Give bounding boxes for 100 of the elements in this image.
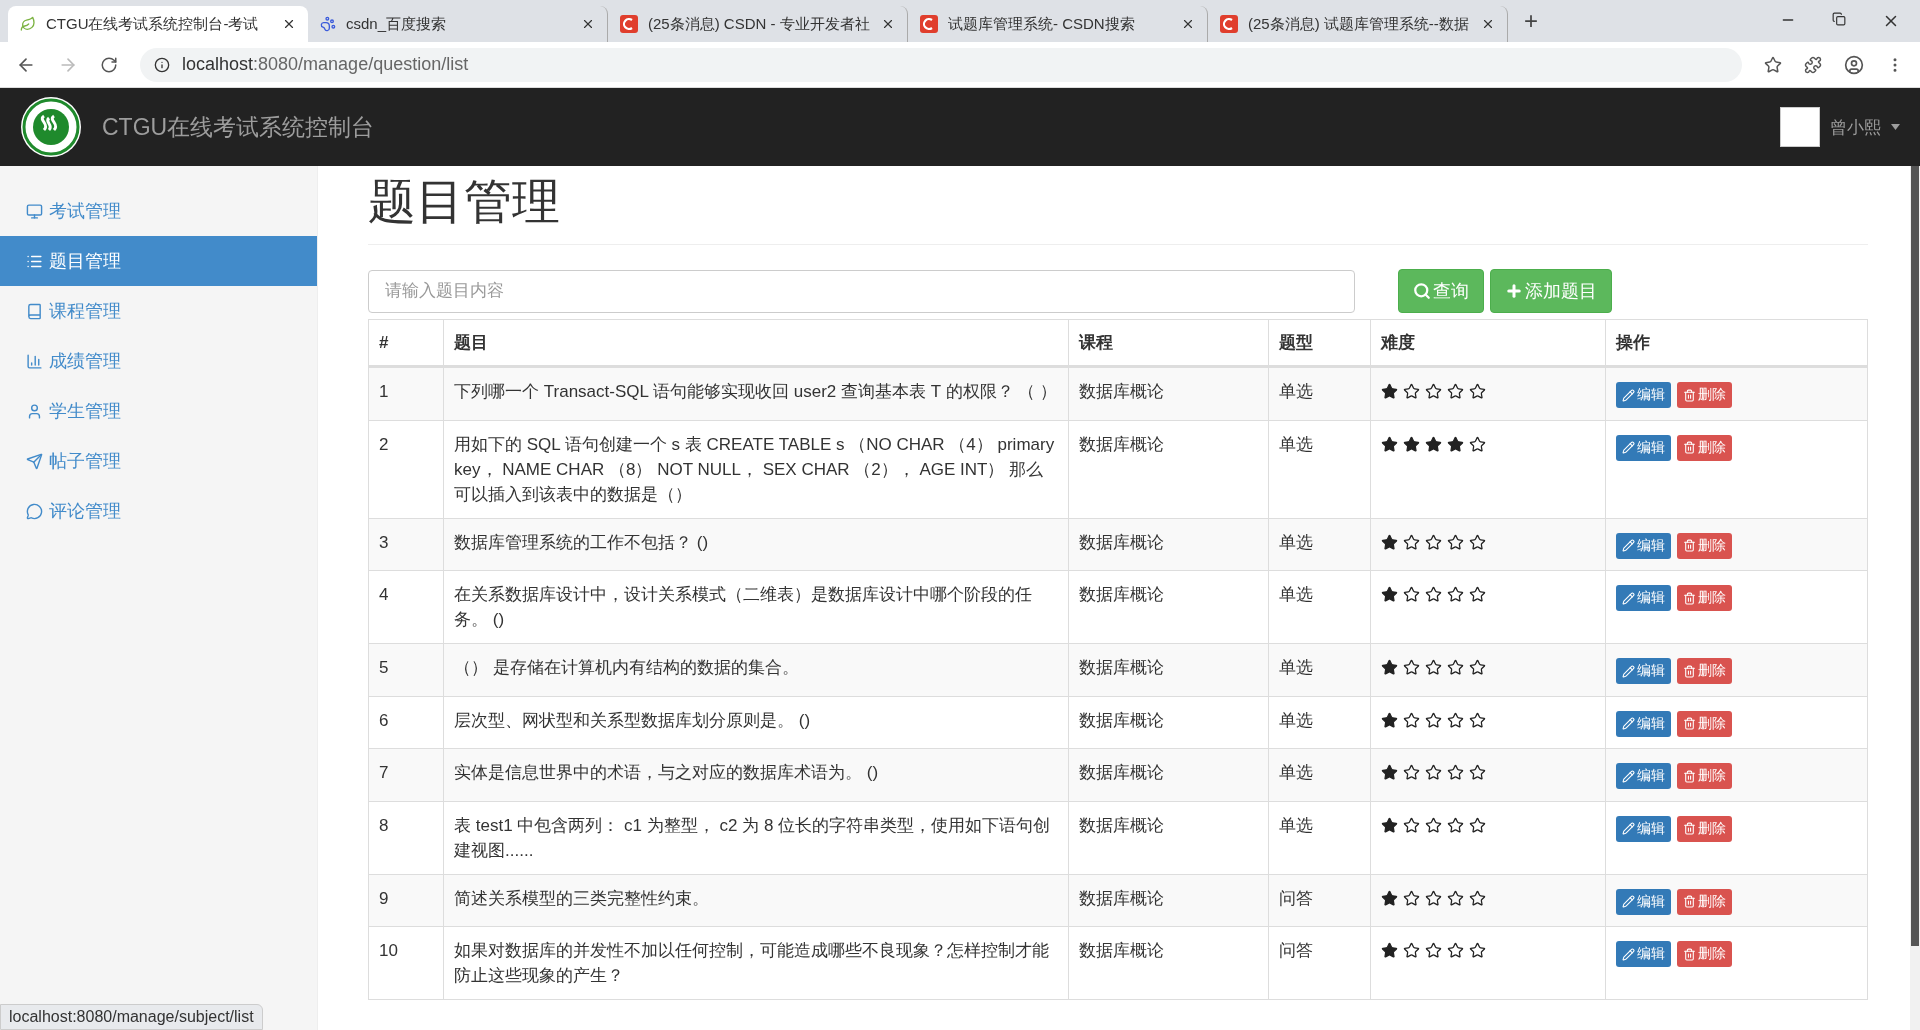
delete-button[interactable]: 删除 (1677, 658, 1733, 684)
send-icon (26, 452, 43, 470)
table-cell: 单选 (1268, 518, 1371, 571)
close-icon[interactable] (282, 17, 296, 31)
table-cell: 10 (368, 926, 444, 1000)
close-icon[interactable] (881, 17, 895, 31)
comment-icon (26, 502, 43, 520)
caret-icon[interactable] (1891, 124, 1900, 130)
new-tab-button[interactable]: + (1508, 7, 1554, 35)
university-logo-icon (20, 96, 82, 158)
star-icon (1403, 942, 1421, 959)
sidebar-item[interactable]: 评论管理 (0, 486, 318, 536)
sidebar-item[interactable]: 成绩管理 (0, 336, 318, 386)
star-icon (1425, 816, 1443, 834)
star-icon (1447, 942, 1465, 959)
brand-title[interactable]: CTGU在线考试系统控制台 (102, 111, 375, 143)
table-cell: 2 (368, 420, 444, 518)
delete-button[interactable]: 删除 (1677, 941, 1733, 967)
star-icon (1447, 711, 1465, 729)
delete-button[interactable]: 删除 (1677, 585, 1733, 611)
scrollbar[interactable] (1910, 166, 1920, 1030)
star-icon (1381, 711, 1399, 729)
sidebar-item[interactable]: 帖子管理 (0, 436, 318, 486)
table-cell: 用如下的 SQL 语句创建一个 s 表 CREATE TABLE s （NO CHAR （4） primary key， NAME CHAR （8） NOT NULL， SEX CHAR （2）， AGE INT） 那么可以插入到该表中的数据是（） (443, 420, 1069, 518)
edit-button[interactable]: 编辑 (1616, 763, 1672, 789)
delete-button[interactable]: 删除 (1677, 888, 1733, 915)
trash-icon (1683, 717, 1697, 730)
sidebar-item[interactable]: 学生管理 (0, 386, 318, 436)
trash-icon (1683, 947, 1697, 961)
edit-button[interactable]: 编辑 (1616, 710, 1672, 737)
delete-button[interactable]: 删除 (1677, 532, 1733, 559)
star-icon (1469, 942, 1487, 959)
star-icon[interactable] (1764, 55, 1782, 74)
star-icon (1425, 435, 1443, 453)
reload-icon[interactable] (100, 55, 118, 74)
edit-button[interactable]: 编辑 (1616, 434, 1672, 461)
table-cell: 如果对数据库的并发性不加以任何控制，可能造成哪些不良现象？怎样控制才能防止这些现象的产生？ (443, 926, 1069, 1000)
table-cell: 单选 (1268, 801, 1371, 874)
star-icon (1403, 816, 1421, 834)
delete-button[interactable]: 删除 (1677, 763, 1733, 789)
star-icon (1469, 889, 1487, 907)
star-icon (1381, 383, 1399, 400)
address-field[interactable]: localhost:8080/manage/question/list (140, 47, 1742, 82)
close-icon[interactable] (1481, 17, 1495, 31)
search-field[interactable]: 请输入题目内容 (368, 269, 1356, 313)
edit-button[interactable]: 编辑 (1616, 585, 1672, 611)
trash-icon (1683, 441, 1697, 454)
extensions-icon[interactable] (1804, 55, 1822, 74)
restore-icon[interactable] (1832, 12, 1846, 26)
delete-button[interactable]: 删除 (1677, 815, 1733, 842)
star-icon (1381, 586, 1399, 603)
star-icon (1403, 659, 1421, 676)
table-cell: 数据库概论 (1068, 643, 1269, 696)
table-cell: 问答 (1268, 874, 1371, 927)
search-button[interactable]: 查询 (1398, 269, 1485, 313)
paw-icon (320, 16, 336, 32)
table-cell: 8 (368, 801, 444, 874)
star-icon (1403, 435, 1421, 453)
table-cell: 在关系数据库设计中，设计关系模式（二维表）是数据库设计中哪个阶段的任务。 () (443, 570, 1069, 644)
status-bar: localhost:8080/manage/subject/list (0, 1004, 263, 1030)
user-menu[interactable]: 曾小熙 (1830, 115, 1881, 139)
table-cell: 单选 (1268, 643, 1371, 696)
star-icon (1447, 659, 1465, 676)
edit-button[interactable]: 编辑 (1616, 941, 1672, 967)
table-cell: 7 (368, 748, 444, 801)
sidebar-item[interactable]: 题目管理 (0, 236, 318, 286)
profile-icon[interactable] (1844, 54, 1864, 75)
edit-button[interactable]: 编辑 (1616, 815, 1672, 842)
close-icon[interactable] (1181, 17, 1195, 31)
avatar (1780, 107, 1820, 147)
edit-button[interactable]: 编辑 (1616, 658, 1672, 684)
edit-button[interactable]: 编辑 (1616, 532, 1672, 559)
star-icon (1381, 942, 1399, 959)
star-icon (1447, 383, 1465, 400)
star-icon (1381, 435, 1399, 453)
close-icon[interactable] (581, 17, 595, 31)
sidebar-item[interactable]: 课程管理 (0, 286, 318, 336)
star-icon (1447, 816, 1465, 834)
sidebar-item[interactable]: 考试管理 (0, 186, 318, 236)
star-icon (1425, 711, 1443, 729)
star-icon (1425, 659, 1443, 676)
trash-icon (1683, 591, 1697, 605)
add-button[interactable]: 添加题目 (1490, 269, 1613, 313)
delete-button[interactable]: 删除 (1677, 434, 1733, 461)
table-cell: 层次型、网状型和关系型数据库划分原则是。 () (443, 696, 1069, 749)
table-cell: 单选 (1268, 748, 1371, 801)
star-icon (1381, 659, 1399, 676)
delete-button[interactable]: 删除 (1677, 382, 1733, 408)
scrollbar-thumb[interactable] (1911, 166, 1920, 946)
trash-icon (1683, 822, 1697, 835)
trash-icon (1683, 895, 1697, 908)
edit-button[interactable]: 编辑 (1616, 888, 1672, 915)
table-cell: 数据库概论 (1068, 366, 1269, 420)
edit-button[interactable]: 编辑 (1616, 382, 1672, 408)
star-icon (1469, 435, 1487, 453)
delete-button[interactable]: 删除 (1677, 710, 1733, 737)
star-icon (1469, 383, 1487, 400)
browser-tab[interactable]: CTGU在线考试系统控制台-考试 (8, 6, 308, 42)
page-title: 题目管理 (368, 170, 1869, 245)
star-icon (1425, 586, 1443, 603)
